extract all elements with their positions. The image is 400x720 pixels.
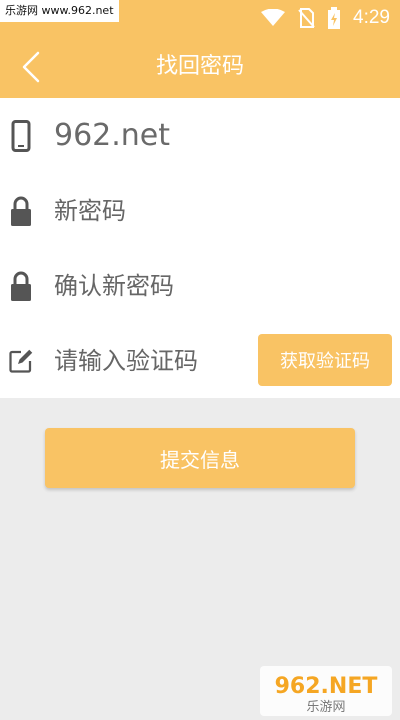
verification-code-field[interactable] bbox=[54, 346, 244, 375]
phone-row bbox=[0, 98, 400, 173]
battery-charging-icon bbox=[328, 7, 341, 29]
no-sim-icon bbox=[298, 8, 315, 28]
confirm-password-field[interactable] bbox=[54, 271, 244, 300]
phone-field[interactable] bbox=[54, 118, 314, 153]
watermark-logo-text: 962.NET bbox=[275, 674, 378, 699]
confirm-password-row bbox=[0, 248, 400, 323]
wifi-icon bbox=[261, 9, 286, 26]
submit-button[interactable]: 提交信息 bbox=[45, 428, 355, 488]
verification-code-row: 获取验证码 bbox=[0, 323, 400, 398]
watermark-tagline: 乐游网 bbox=[306, 700, 345, 715]
header-bar: 找回密码 bbox=[0, 36, 400, 98]
watermark-top: 乐游网 www.962.net bbox=[0, 0, 119, 22]
new-password-row bbox=[0, 173, 400, 248]
new-password-field[interactable] bbox=[54, 196, 244, 225]
reset-password-form: 获取验证码 bbox=[0, 98, 400, 398]
get-code-button[interactable]: 获取验证码 bbox=[258, 334, 392, 386]
status-icons: 4:29 bbox=[261, 5, 390, 31]
edit-icon bbox=[9, 344, 33, 378]
watermark-logo: 962.NET 乐游网 bbox=[260, 666, 392, 716]
phone-icon bbox=[9, 119, 33, 153]
lock-icon bbox=[9, 269, 33, 303]
page-title: 找回密码 bbox=[155, 54, 244, 79]
status-time: 4:29 bbox=[353, 7, 390, 28]
lock-icon bbox=[9, 194, 33, 228]
status-bar: 乐游网 www.962.net 4:29 bbox=[0, 0, 400, 36]
